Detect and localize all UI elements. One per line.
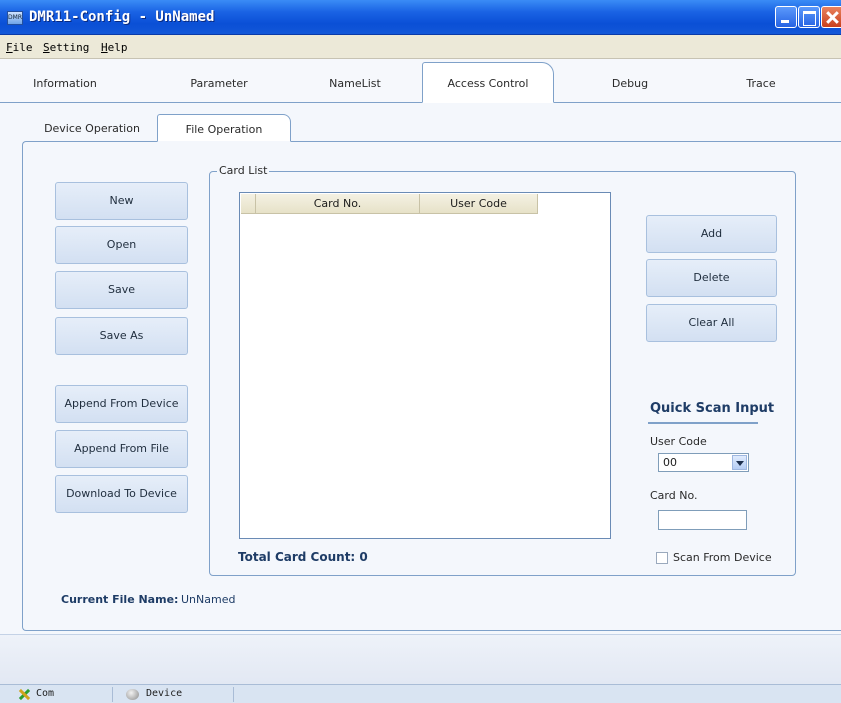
com-disconnected-icon <box>18 688 31 701</box>
add-button[interactable]: Add <box>646 215 777 253</box>
tab-parameter[interactable]: Parameter <box>183 77 255 90</box>
maximize-button[interactable] <box>798 6 820 28</box>
tab-namelist[interactable]: NameList <box>323 77 387 90</box>
current-file-label: Current File Name: <box>61 593 179 606</box>
status-divider <box>233 687 234 702</box>
main-tab-strip: Information Parameter NameList Access Co… <box>0 59 841 103</box>
status-bar: Com Device <box>0 684 841 703</box>
status-device: Device <box>146 688 183 699</box>
card-list-label: Card List <box>217 164 270 177</box>
tab-file-operation[interactable]: File Operation <box>157 114 291 142</box>
current-file-value: UnNamed <box>181 593 236 606</box>
quick-scan-underline <box>648 422 758 424</box>
tab-information[interactable]: Information <box>30 77 100 90</box>
title-bar[interactable]: DMR DMR11-Config - UnNamed <box>0 0 841 35</box>
delete-button[interactable]: Delete <box>646 259 777 297</box>
user-code-label: User Code <box>650 435 707 448</box>
new-button[interactable]: New <box>55 182 188 220</box>
status-com: Com <box>36 688 55 699</box>
open-button[interactable]: Open <box>55 226 188 264</box>
menu-help[interactable]: Help <box>101 41 128 54</box>
card-list-header: Card No. User Code <box>241 194 538 214</box>
tab-device-operation[interactable]: Device Operation <box>36 122 148 135</box>
close-button[interactable] <box>821 6 841 28</box>
download-to-device-button[interactable]: Download To Device <box>55 475 188 513</box>
chevron-down-icon[interactable] <box>732 455 747 470</box>
append-from-device-button[interactable]: Append From Device <box>55 385 188 423</box>
app-icon: DMR <box>7 11 23 25</box>
card-no-label: Card No. <box>650 489 698 502</box>
card-no-input[interactable] <box>658 510 747 530</box>
clear-all-button[interactable]: Clear All <box>646 304 777 342</box>
menu-setting[interactable]: Setting <box>43 41 89 54</box>
window-title: DMR11-Config - UnNamed <box>29 9 215 25</box>
scan-from-device-label[interactable]: Scan From Device <box>673 551 772 564</box>
header-spacer <box>241 194 256 214</box>
bottom-area <box>0 634 841 684</box>
append-from-file-button[interactable]: Append From File <box>55 430 188 468</box>
card-list-view[interactable]: Card No. User Code <box>239 192 611 539</box>
save-as-button[interactable]: Save As <box>55 317 188 355</box>
quick-scan-title: Quick Scan Input <box>650 401 775 416</box>
tab-trace[interactable]: Trace <box>736 77 786 90</box>
menu-file[interactable]: File <box>6 41 33 54</box>
tab-debug[interactable]: Debug <box>600 77 660 90</box>
scan-from-device-checkbox[interactable] <box>656 552 668 564</box>
status-divider <box>112 687 113 702</box>
column-card-no[interactable]: Card No. <box>256 194 420 214</box>
save-button[interactable]: Save <box>55 271 188 309</box>
column-user-code[interactable]: User Code <box>420 194 538 214</box>
tab-access-control[interactable]: Access Control <box>422 62 554 103</box>
user-code-value: 00 <box>663 456 677 469</box>
menu-bar: File Setting Help <box>0 35 841 59</box>
minimize-button[interactable] <box>775 6 797 28</box>
total-card-count: Total Card Count: 0 <box>238 550 368 564</box>
user-code-select[interactable]: 00 <box>658 453 749 472</box>
device-icon <box>126 689 139 700</box>
